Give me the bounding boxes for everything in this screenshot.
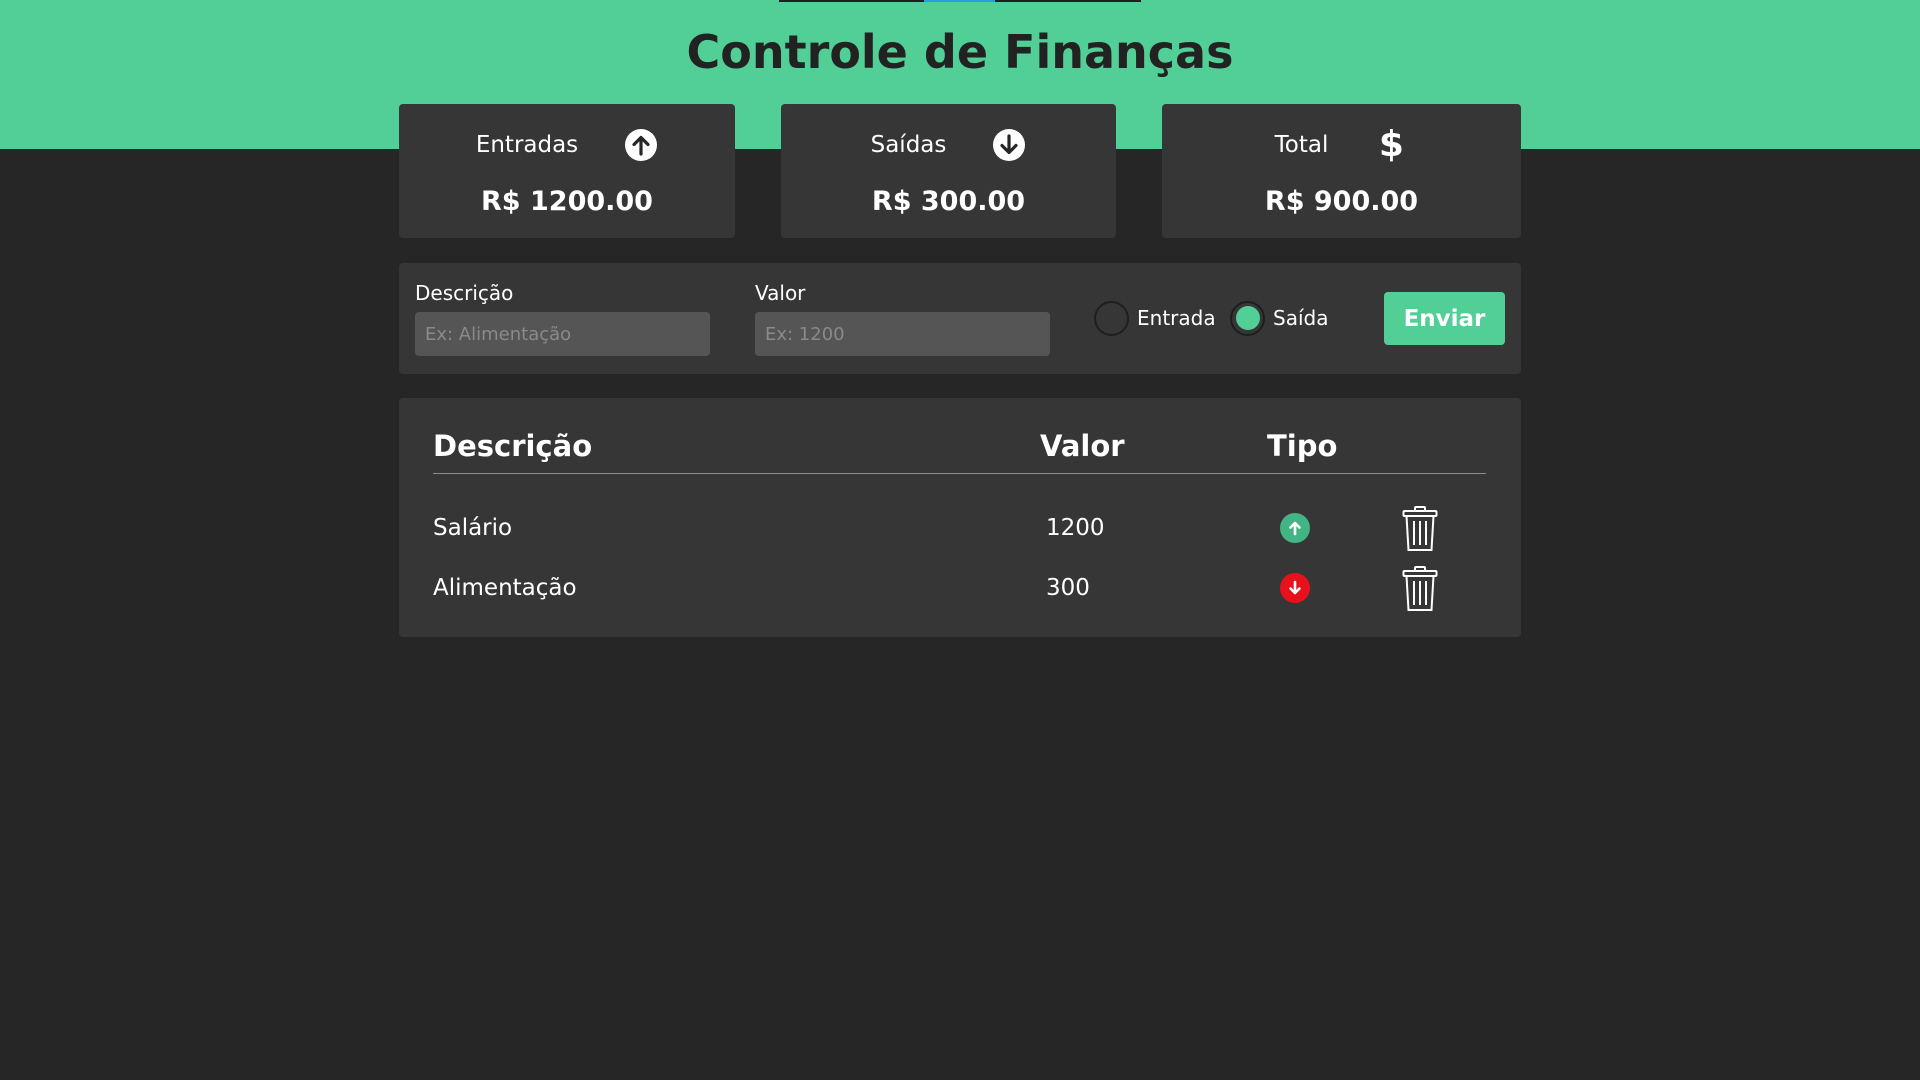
submit-button[interactable]: Enviar	[1384, 292, 1505, 345]
transactions-table: Descrição Valor Tipo Salário 1200 Alimen…	[399, 398, 1521, 637]
radio-income[interactable]	[1094, 300, 1129, 336]
row-description: Alimentação	[433, 575, 577, 601]
radio-expense-option[interactable]: Saída	[1230, 299, 1328, 337]
row-value: 300	[1046, 575, 1090, 601]
radio-selected-dot	[1235, 306, 1260, 330]
table-row: Alimentação 300	[399, 563, 1521, 613]
top-strip-accent	[924, 0, 995, 2]
trash-icon[interactable]	[1402, 506, 1438, 552]
row-description: Salário	[433, 515, 513, 541]
income-card: Entradas R$ 1200.00	[399, 104, 735, 238]
expense-label: Saídas	[870, 132, 947, 158]
total-card: Total $ R$ 900.00	[1162, 104, 1521, 238]
income-arrow-icon	[1280, 513, 1310, 543]
column-header-type: Tipo	[1267, 429, 1338, 463]
page-title: Controle de Finanças	[686, 25, 1234, 79]
value-label: Valor	[755, 281, 806, 305]
description-input[interactable]	[415, 312, 710, 356]
expense-value: R$ 300.00	[871, 186, 1026, 217]
column-header-value: Valor	[1040, 429, 1125, 463]
total-value: R$ 900.00	[1264, 186, 1419, 217]
radio-income-label: Entrada	[1137, 306, 1216, 330]
table-row: Salário 1200	[399, 503, 1521, 553]
arrow-down-circle-icon	[992, 128, 1026, 162]
total-label: Total	[1274, 132, 1329, 158]
row-value: 1200	[1046, 515, 1105, 541]
radio-expense[interactable]	[1230, 300, 1265, 336]
value-input[interactable]	[755, 312, 1050, 356]
transaction-form: Descrição Valor Entrada Saída Enviar	[399, 263, 1521, 374]
trash-icon[interactable]	[1402, 566, 1438, 612]
radio-income-option[interactable]: Entrada	[1094, 299, 1216, 337]
income-value: R$ 1200.00	[481, 186, 653, 217]
arrow-up-circle-icon	[624, 128, 658, 162]
radio-expense-label: Saída	[1273, 306, 1329, 330]
expense-card: Saídas R$ 300.00	[781, 104, 1116, 238]
dollar-icon: $	[1378, 124, 1404, 165]
column-header-description: Descrição	[433, 429, 593, 463]
expense-arrow-icon	[1280, 573, 1310, 603]
income-label: Entradas	[475, 132, 579, 158]
header-divider	[433, 473, 1486, 474]
description-label: Descrição	[415, 281, 514, 305]
